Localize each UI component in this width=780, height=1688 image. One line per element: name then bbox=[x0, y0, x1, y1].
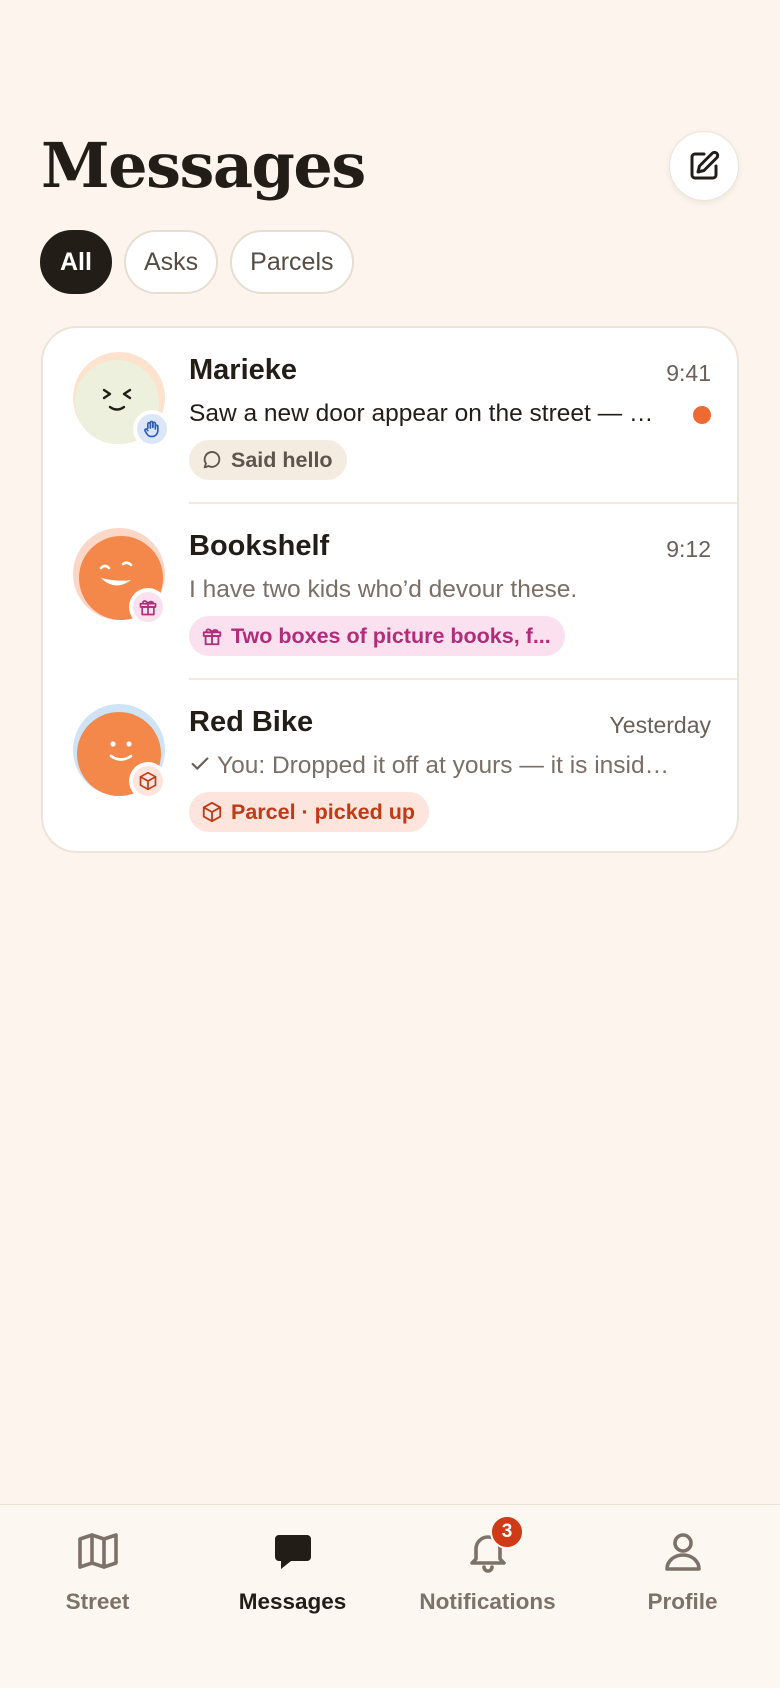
filter-chips: All Asks Parcels bbox=[40, 230, 354, 294]
parcel-icon bbox=[139, 771, 157, 791]
tab-label: Messages bbox=[238, 1589, 347, 1614]
conversation-time: 9:12 bbox=[666, 536, 711, 562]
speech-bubble-icon bbox=[203, 451, 221, 469]
compose-icon bbox=[690, 150, 720, 180]
tab-label: Profile bbox=[647, 1589, 718, 1614]
conversation-tag: Two boxes of picture books, f... bbox=[189, 616, 565, 656]
notification-count-badge: 3 bbox=[490, 1515, 524, 1549]
conversation-row-marieke[interactable]: Marieke 9:41 Saw a new door appear on th… bbox=[43, 328, 737, 504]
parcel-icon bbox=[202, 801, 222, 823]
conversation-name: Bookshelf bbox=[189, 530, 330, 562]
tab-street[interactable]: Street bbox=[0, 1505, 195, 1625]
gift-badge bbox=[129, 588, 167, 626]
avatar-marieke bbox=[73, 352, 171, 448]
wave-badge bbox=[133, 410, 171, 448]
gift-icon bbox=[139, 600, 157, 616]
filter-chip-parcels[interactable]: Parcels bbox=[230, 230, 354, 294]
tab-notifications[interactable]: 3 Notifications bbox=[390, 1505, 585, 1625]
compose-button[interactable] bbox=[669, 131, 739, 201]
chat-bubble-icon bbox=[274, 1535, 311, 1569]
tab-messages[interactable]: Messages bbox=[195, 1505, 390, 1625]
conversation-tag-label: Said hello bbox=[231, 447, 333, 472]
conversation-preview: Saw a new door appear on the street — we… bbox=[189, 400, 667, 427]
conversation-tag: Parcel · picked up bbox=[189, 792, 430, 832]
conversation-name: Marieke bbox=[189, 354, 298, 386]
conversation-preview: You: Dropped it off at yours — it is ins… bbox=[189, 752, 677, 780]
avatar-red-bike bbox=[73, 704, 167, 800]
unread-indicator bbox=[693, 406, 711, 424]
avatar-bookshelf bbox=[73, 528, 167, 626]
tab-label: Street bbox=[65, 1589, 130, 1614]
conversation-time: 9:41 bbox=[666, 360, 711, 386]
person-icon bbox=[664, 1533, 701, 1571]
conversation-time: Yesterday bbox=[609, 712, 711, 738]
conversation-row-bookshelf[interactable]: Bookshelf 9:12 I have two kids who’d dev… bbox=[43, 504, 737, 680]
filter-chip-all[interactable]: All bbox=[40, 230, 112, 294]
conversation-row-red-bike[interactable]: Red Bike Yesterday You: Dropped it off a… bbox=[43, 680, 737, 851]
conversation-list: Marieke 9:41 Saw a new door appear on th… bbox=[41, 326, 739, 853]
conversation-preview: I have two kids who’d devour these. bbox=[189, 576, 578, 603]
filter-chip-asks[interactable]: Asks bbox=[123, 230, 219, 294]
conversation-tag: Said hello bbox=[189, 440, 347, 480]
tab-profile[interactable]: Profile bbox=[585, 1505, 780, 1625]
gift-icon bbox=[202, 628, 222, 646]
sent-check-icon bbox=[191, 757, 209, 770]
page-title: Messages bbox=[41, 129, 366, 202]
conversation-preview-text: You: Dropped it off at yours — it is ins… bbox=[217, 752, 677, 779]
conversation-tag-label: Two boxes of picture books, f... bbox=[231, 623, 551, 648]
wave-hand-icon bbox=[144, 420, 159, 438]
parcel-badge bbox=[129, 762, 167, 800]
map-icon bbox=[77, 1533, 118, 1569]
conversation-name: Red Bike bbox=[189, 706, 314, 738]
conversation-tag-label: Parcel · picked up bbox=[231, 799, 416, 824]
tab-label: Notifications bbox=[419, 1589, 556, 1614]
bottom-tab-bar: Street Messages 3 Notifications Profile bbox=[0, 1504, 780, 1688]
